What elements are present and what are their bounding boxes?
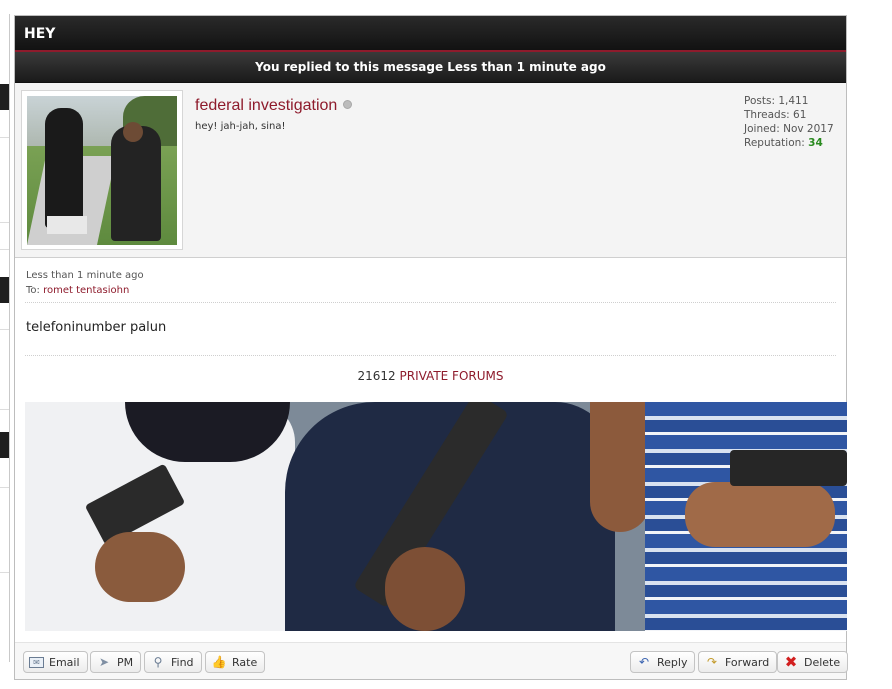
sidebar-divider <box>0 409 9 410</box>
magnifier-icon: ⚲ <box>153 655 163 669</box>
message-body: telefoninumber palun <box>26 320 167 335</box>
author-profile: federal investigation hey! jah-jah, sina… <box>15 83 846 258</box>
reply-icon: ↶ <box>638 655 650 669</box>
sidebar-tab <box>0 84 9 110</box>
avatar-image <box>27 96 177 245</box>
sidebar-divider <box>0 222 9 223</box>
envelope-icon: ✉ <box>29 656 44 668</box>
x-icon: ✖ <box>784 653 798 671</box>
author-stats: Posts: 1,411 Threads: 61 Joined: Nov 201… <box>744 94 834 150</box>
sidebar-divider <box>0 137 9 138</box>
pm-button[interactable]: ➤ PM <box>90 651 142 673</box>
thumbs-up-icon: 👍 <box>211 655 227 669</box>
signature-image <box>25 402 847 631</box>
sidebar-divider <box>0 329 9 330</box>
delete-button[interactable]: ✖ Delete <box>777 651 849 673</box>
signature-count: 21612 <box>357 369 396 383</box>
sidebar-edge <box>0 14 10 662</box>
author-user-title: hey! jah-jah, sina! <box>195 121 286 132</box>
paper-plane-icon: ➤ <box>98 655 110 669</box>
message-toolbar: ✉ Email ➤ PM ⚲ Find 👍 Rate ↶ Reply ↷ Forward ✖… <box>15 642 849 679</box>
message-meta: Less than 1 minute ago To: romet tentasi… <box>15 258 846 302</box>
author-username[interactable]: federal investigation <box>195 97 353 115</box>
reply-button[interactable]: ↶ Reply <box>630 651 696 673</box>
author-username-text[interactable]: federal investigation <box>195 97 337 114</box>
author-reputation: Reputation: 34 <box>744 137 823 149</box>
author-posts: Posts: 1,411 <box>744 95 809 107</box>
private-message-panel: HEY You replied to this message Less tha… <box>14 15 849 680</box>
forward-icon: ↷ <box>706 655 718 669</box>
forward-button[interactable]: ↷ Forward <box>698 651 778 673</box>
signature-link[interactable]: PRIVATE FORUMS <box>400 369 504 383</box>
message-time: Less than 1 minute ago <box>26 270 144 281</box>
reply-notice: You replied to this message Less than 1 … <box>15 52 846 83</box>
signature: 21612 PRIVATE FORUMS <box>15 356 846 402</box>
author-threads: Threads: 61 <box>744 109 807 121</box>
sidebar-tab <box>0 432 9 458</box>
reputation-value[interactable]: 34 <box>808 137 823 149</box>
author-joined: Joined: Nov 2017 <box>744 123 834 135</box>
panel-title: HEY <box>15 16 846 52</box>
rate-button[interactable]: 👍 Rate <box>205 651 266 673</box>
sidebar-tab <box>0 277 9 303</box>
find-button[interactable]: ⚲ Find <box>144 651 202 673</box>
message-recipient: To: romet tentasiohn <box>26 285 130 296</box>
email-button[interactable]: ✉ Email <box>23 651 88 673</box>
sidebar-divider <box>0 572 9 573</box>
sidebar-divider <box>0 249 9 250</box>
offline-status-icon <box>343 100 353 109</box>
sidebar-divider <box>0 487 9 488</box>
avatar[interactable] <box>21 90 183 250</box>
recipient-link[interactable]: romet tentasiohn <box>43 285 129 296</box>
